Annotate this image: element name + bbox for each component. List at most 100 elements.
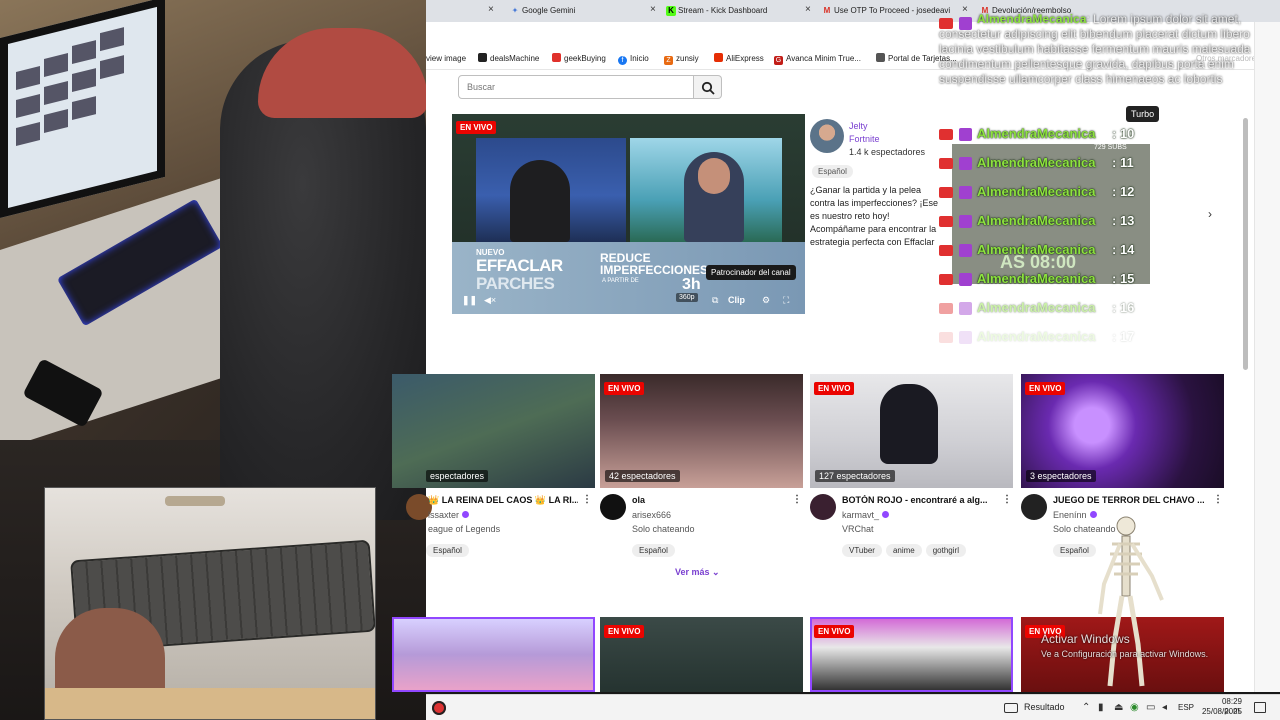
card-channel[interactable]: Enenínn [1053, 510, 1097, 520]
card-tag[interactable]: gothgirl [925, 544, 966, 557]
bookmark-label: AliExpress [726, 54, 764, 63]
bookmark-zunsiy[interactable]: Zzunsiy [664, 53, 699, 65]
chevron-up-icon[interactable]: ⌃ [1082, 702, 1090, 714]
hand-camera-overlay [44, 487, 376, 720]
usb-icon[interactable]: ⏏ [1114, 702, 1123, 714]
tab-use-otp[interactable]: M Use OTP To Proceed - josedeavi [820, 2, 954, 22]
notification-icon[interactable] [1254, 702, 1266, 713]
search-button[interactable] [694, 75, 722, 99]
card-category[interactable]: Solo chateando [632, 524, 695, 534]
card-more-icon[interactable]: ⋮ [792, 494, 802, 505]
card-tag[interactable]: Español [1053, 544, 1096, 557]
card-more-icon[interactable]: ⋮ [1213, 494, 1223, 505]
settings-gear-icon[interactable]: ⚙ [762, 295, 770, 306]
taskbar-app-icon[interactable] [432, 701, 446, 715]
chevron-down-icon: ⌄ [712, 567, 720, 577]
live-badge: EN VIVO [456, 121, 497, 134]
stream-overlay-panel: 729 SUBS AS 08:00 [952, 144, 1150, 284]
card-tag[interactable]: VTuber [842, 544, 882, 557]
bookmark-dealsmachine[interactable]: dealsMachine [478, 53, 539, 65]
see-more-label: Ver más [675, 567, 710, 577]
card-channel[interactable]: lssaxter [428, 510, 470, 520]
clip-button[interactable]: Clip [728, 295, 745, 306]
zunsiy-icon: Z [664, 56, 673, 65]
stream-game[interactable]: Fortnite [849, 134, 880, 144]
search-icon [701, 81, 715, 95]
search-box[interactable] [458, 75, 694, 99]
bookmark-aliexpress[interactable]: AliExpress [714, 53, 764, 65]
ad-sub: A PARTIR DE [602, 278, 639, 284]
bookmark-view-image[interactable]: view image [426, 53, 466, 65]
bookmark-avanca[interactable]: G Avanca Minim True... [774, 53, 861, 65]
featured-stream-player[interactable]: NUEVO EFFACLAR PARCHES REDUCE IMPERFECCI… [452, 114, 805, 314]
tab-label: Use OTP To Proceed - josedeavi [834, 6, 951, 15]
card-category[interactable]: eague of Legends [428, 524, 500, 534]
card-tag[interactable]: Español [632, 544, 675, 557]
tab-close-button[interactable]: × [962, 4, 968, 16]
mute-icon[interactable]: ◀× [484, 295, 496, 306]
network-icon[interactable]: ▭ [1146, 702, 1155, 714]
chevron-right-icon[interactable]: › [1208, 207, 1212, 221]
shield-icon[interactable]: ◉ [1130, 702, 1139, 714]
tab-label: Devolución/reembolso [992, 6, 1072, 15]
microphone-icon[interactable]: ▮ [1098, 702, 1104, 714]
streamer-figure [684, 152, 744, 242]
card-live-badge: EN VIVO [814, 625, 855, 638]
card-avatar[interactable] [600, 494, 626, 520]
tab-close-button[interactable]: × [805, 4, 811, 16]
search-input[interactable] [467, 82, 667, 92]
scrollbar-thumb[interactable] [1243, 118, 1248, 370]
tab-devolucion[interactable]: M Devolución/reembolso [978, 2, 1118, 22]
card-viewer-count: espectadores [426, 470, 489, 482]
card-more-icon[interactable]: ⋮ [1002, 494, 1012, 505]
card-thumbnail[interactable] [392, 617, 595, 692]
bookmark-inicio[interactable]: f Inicio [618, 53, 649, 65]
streamer-avatar[interactable] [810, 119, 844, 153]
clip-icon[interactable]: ⧉ [712, 295, 718, 306]
card-title[interactable]: JUEGO DE TERROR DEL CHAVO ... [1053, 495, 1211, 505]
language-indicator[interactable]: ESP [1178, 703, 1194, 712]
clock-date[interactable]: 25/08/2025 [1196, 707, 1242, 716]
bookmark-label: Avanca Minim True... [786, 54, 861, 63]
bookmark-geekbuying[interactable]: geekBuying [552, 53, 606, 65]
card-viewer-count: 3 espectadores [1026, 470, 1096, 482]
see-more-button[interactable]: Ver más ⌄ [675, 567, 720, 578]
card-avatar[interactable] [1021, 494, 1047, 520]
card-viewer-count: 127 espectadores [815, 470, 895, 482]
card-title[interactable]: 👑 LA REINA DEL CAOS 👑 LA RI... [428, 495, 578, 506]
geekbuying-icon [552, 53, 561, 62]
streamer-name[interactable]: Jelty [849, 121, 868, 131]
facebook-icon: f [618, 56, 627, 65]
card-title[interactable]: ola [632, 495, 790, 505]
taskbar-result-label[interactable]: Resultado [1024, 702, 1065, 712]
card-tags: Español [632, 540, 679, 558]
address-bar-area [426, 22, 1280, 48]
vtuber-figure [880, 384, 938, 464]
bookmark-otros[interactable]: Otros marcadores [1196, 53, 1260, 65]
card-avatar[interactable] [810, 494, 836, 520]
card-channel[interactable]: arisex666 [632, 510, 671, 520]
tab-close-button[interactable]: × [650, 4, 656, 16]
card-more-icon[interactable]: ⋮ [582, 494, 592, 505]
tab-close-button[interactable]: × [488, 4, 494, 16]
gmail-icon: M [823, 6, 831, 15]
pause-icon[interactable]: ❚❚ [462, 295, 477, 306]
tab-kick-dashboard[interactable]: K Stream - Kick Dashboard [664, 2, 804, 22]
card-title[interactable]: BOTÓN ROJO - encontraré a alg... [842, 495, 1000, 505]
card-channel[interactable]: karmavt_ [842, 510, 890, 520]
card-tags: Español [426, 540, 473, 558]
card-channel-name: lssaxter [428, 510, 460, 520]
result-icon[interactable] [1004, 703, 1018, 713]
volume-icon[interactable]: ◂ [1162, 702, 1167, 714]
fullscreen-icon[interactable]: ⛶ [783, 295, 789, 306]
card-thumbnail[interactable] [392, 374, 595, 488]
card-category[interactable]: VRChat [842, 524, 874, 534]
bookmark-portal-tarjetas[interactable]: Portal de Tarjetas... [876, 53, 957, 65]
language-tag[interactable]: Español [812, 165, 853, 178]
card-live-badge: EN VIVO [604, 382, 645, 395]
card-tag[interactable]: Español [426, 544, 469, 557]
gemini-icon: ✦ [511, 6, 519, 15]
screen: × ✦ Google Gemini × K Stream - Kick Dash… [0, 0, 1280, 720]
card-tag[interactable]: anime [885, 544, 922, 557]
tab-google-gemini[interactable]: ✦ Google Gemini [508, 2, 658, 22]
